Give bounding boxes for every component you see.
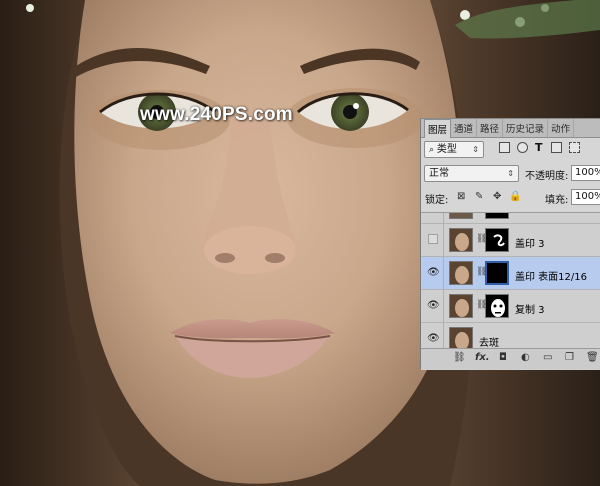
layer-mask-thumbnail xyxy=(485,228,509,252)
layer-name: 盖印 3 xyxy=(515,239,545,250)
adjustment-layer-icon[interactable]: ◐ xyxy=(521,352,530,363)
layer-list: ⛓ ⛓ 盖印 3 👁 ⛓ 盖印 表面12/16 xyxy=(421,212,600,370)
pixel-filter-icon[interactable] xyxy=(499,142,510,153)
layer-thumbnail xyxy=(449,213,473,219)
lock-brush-icon[interactable]: ✎ xyxy=(475,191,483,202)
blend-mode-select[interactable]: 正常 ⇕ xyxy=(424,165,519,182)
layer-name: 去斑 xyxy=(479,338,499,349)
lock-all-icon[interactable]: 🔒 xyxy=(509,191,521,202)
lock-transparent-icon[interactable]: ⊠ xyxy=(457,191,465,202)
portrait-thumb xyxy=(450,262,472,284)
tab-history[interactable]: 历史记录 xyxy=(503,119,549,137)
opacity-input[interactable]: 100% xyxy=(571,165,600,181)
eye-icon[interactable]: 👁 xyxy=(427,333,440,345)
watermark-text: www.240PS.com xyxy=(140,104,293,125)
layer-row[interactable]: ⛓ xyxy=(421,213,600,224)
type-filter-icon[interactable]: T xyxy=(535,141,543,154)
fill-input[interactable]: 100% xyxy=(571,189,600,205)
layer-thumbnail xyxy=(449,228,473,252)
fill-label: 填充: xyxy=(545,195,569,206)
layer-thumbnail xyxy=(449,261,473,285)
layer-name: 盖印 表面12/16 xyxy=(515,272,587,283)
updown-icon: ⇕ xyxy=(472,145,479,154)
lock-move-icon[interactable]: ✥ xyxy=(493,191,501,202)
divider xyxy=(443,224,444,257)
shape-filter-icon[interactable] xyxy=(551,142,562,153)
mask-thumb xyxy=(486,229,508,251)
layer-mask-thumbnail xyxy=(485,294,509,318)
layer-row-gaiyin-surface[interactable]: 👁 ⛓ 盖印 表面12/16 xyxy=(421,257,600,290)
layer-row-gaiyin3[interactable]: ⛓ 盖印 3 xyxy=(421,224,600,257)
adjustment-filter-icon[interactable] xyxy=(517,142,528,153)
visibility-toggle[interactable] xyxy=(428,234,438,244)
divider xyxy=(443,213,444,224)
layer-mask-thumbnail xyxy=(485,213,509,219)
tab-actions[interactable]: 动作 xyxy=(548,119,575,137)
layer-name: 复制 3 xyxy=(515,305,545,316)
updown-icon: ⇕ xyxy=(507,169,514,178)
panel-bottom-bar: ⛓ fx. ◘ ◐ ▭ ❐ 🗑 xyxy=(421,348,600,369)
mask-thumb xyxy=(486,295,508,317)
tab-paths[interactable]: 路径 xyxy=(477,119,504,137)
opacity-label: 不透明度: xyxy=(525,171,569,182)
portrait-thumb xyxy=(450,229,472,251)
layer-thumbnail xyxy=(449,294,473,318)
divider xyxy=(443,257,444,290)
eye-icon[interactable]: 👁 xyxy=(427,300,440,312)
eye-icon[interactable]: 👁 xyxy=(427,267,440,279)
layers-panel: 图层 通道 路径 历史记录 动作 ⌕ 类型 ⇕ T 正常 ⇕ 不透明度: 100… xyxy=(420,118,600,370)
new-layer-icon[interactable]: ❐ xyxy=(565,352,574,363)
search-icon: ⌕ xyxy=(429,145,437,155)
folder-icon[interactable]: ▭ xyxy=(543,352,552,363)
layer-row-copy3[interactable]: 👁 ⛓ 复制 3 xyxy=(421,290,600,323)
add-mask-icon[interactable]: ◘ xyxy=(499,352,507,363)
filter-row: ⌕ 类型 ⇕ T xyxy=(421,140,600,160)
blend-mode-label: 正常 xyxy=(429,168,449,179)
link-layers-icon[interactable]: ⛓ xyxy=(453,352,466,363)
panel-tabs: 图层 通道 路径 历史记录 动作 xyxy=(421,119,600,138)
lock-label: 锁定: xyxy=(425,195,449,206)
fx-button[interactable]: fx. xyxy=(475,352,490,363)
lock-row: 锁定: ⊠ ✎ ✥ 🔒 填充: 100% xyxy=(421,188,600,208)
layer-mask-thumbnail xyxy=(485,261,509,285)
smart-object-filter-icon[interactable] xyxy=(569,142,580,153)
divider xyxy=(443,290,444,323)
tab-channels[interactable]: 通道 xyxy=(451,119,478,137)
tab-layers[interactable]: 图层 xyxy=(424,119,452,138)
filter-type-label: 类型 xyxy=(436,144,457,155)
portrait-thumb xyxy=(450,295,472,317)
trash-icon[interactable]: 🗑 xyxy=(586,352,599,363)
filter-type-select[interactable]: ⌕ 类型 ⇕ xyxy=(424,141,484,158)
blend-row: 正常 ⇕ 不透明度: 100% xyxy=(421,164,600,184)
